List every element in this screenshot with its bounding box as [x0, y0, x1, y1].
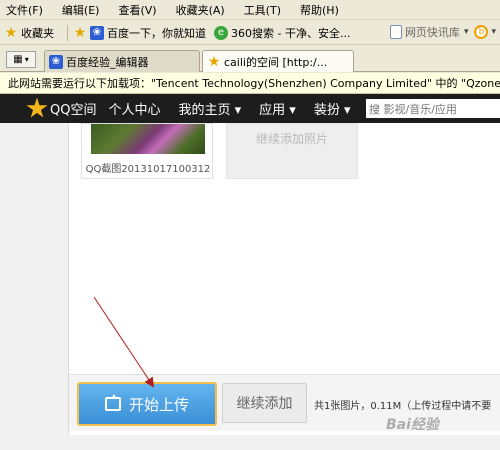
left-gutter	[0, 123, 68, 450]
menu-favorites[interactable]: 收藏夹(A)	[176, 2, 225, 18]
chevron-down-icon: ▾	[491, 27, 496, 37]
qzone-logo[interactable]: QQ空间	[26, 97, 97, 120]
favorites-bar: ★ 收藏夹 ★ ❀ 百度一下，你就知道 e 360搜索 - 干净、安全... 网…	[0, 21, 500, 45]
baidu-paw-icon: ❀	[90, 25, 104, 40]
tab-qzone[interactable]: ★ caili的空间 [http:/...	[202, 50, 354, 72]
upload-panel: QQ截图20131017100312 继续添加照片 开始上传 继续添加 共1张图…	[68, 123, 500, 435]
qzone-logo-text: QQ空间	[50, 103, 97, 118]
tab-bar: ▦ ▾ ❀ 百度经验_编辑器 ★ caili的空间 [http:/...	[0, 46, 500, 72]
qzone-search-input[interactable]: 搜 影视/音乐/应用	[366, 99, 500, 118]
favorites-folder-label: 收藏夹	[21, 26, 54, 40]
quick-tabs-button[interactable]: ▦ ▾	[6, 51, 36, 68]
favorite-item-baidu-label: 百度一下，你就知道	[107, 26, 206, 40]
start-upload-button[interactable]: 开始上传	[77, 382, 217, 426]
menu-edit[interactable]: 编辑(E)	[62, 2, 100, 18]
tab-baidu-jingyan[interactable]: ❀ 百度经验_编辑器	[44, 50, 200, 72]
continue-add-button[interactable]: 继续添加	[222, 383, 307, 423]
web-slice-gallery[interactable]: 网页快讯库 ▾ b ▾	[389, 24, 496, 40]
photo-thumbnail-card[interactable]: QQ截图20131017100312	[81, 123, 213, 179]
star-icon: ★	[4, 24, 18, 41]
baidu-jingyan-watermark: Bai经验	[386, 417, 439, 433]
menu-view[interactable]: 查看(V)	[118, 2, 156, 18]
start-upload-label: 开始上传	[128, 395, 189, 414]
menu-tools[interactable]: 工具(T)	[244, 2, 281, 18]
upload-status-text: 共1张图片，0.11M（上传过程中请不要	[314, 401, 492, 412]
web-slice-gallery-label: 网页快讯库	[404, 26, 460, 39]
favorite-item-360-label: 360搜索 - 干净、安全...	[231, 26, 351, 40]
page-icon	[389, 25, 402, 39]
addon-info-bar[interactable]: 此网站需要运行以下加载项："Tencent Technology(Shenzhe…	[0, 73, 500, 94]
baidu-toolbar-icon[interactable]: b	[474, 25, 489, 39]
chevron-down-icon: ▾	[24, 55, 29, 64]
nav-my-homepage[interactable]: 我的主页 ▾	[178, 99, 241, 118]
baidu-paw-icon: ❀	[49, 54, 63, 69]
chevron-down-icon: ▾	[463, 27, 469, 37]
upload-content-area: QQ截图20131017100312 继续添加照片 开始上传 继续添加 共1张图…	[0, 123, 500, 450]
tab-label: 百度经验_编辑器	[66, 55, 149, 69]
nav-decorate[interactable]: 装扮 ▾	[314, 99, 351, 118]
info-bar-text: 此网站需要运行以下加载项："Tencent Technology(Shenzhe…	[8, 77, 500, 90]
photo-caption: QQ截图20131017100312	[85, 164, 211, 175]
favorite-item-baidu[interactable]: ★ ❀ 百度一下，你就知道	[73, 25, 206, 41]
favorites-separator	[67, 24, 68, 41]
qzone-star-icon	[26, 97, 48, 118]
favorites-folder-button[interactable]: ★ 收藏夹	[4, 25, 54, 41]
grid-icon: ▦	[13, 54, 23, 65]
upload-icon	[104, 394, 121, 411]
360-icon: e	[214, 25, 228, 40]
qzone-nav-bar: QQ空间 个人中心 我的主页 ▾ 应用 ▾ 装扮 ▾ 搜 影视/音乐/应用	[0, 94, 500, 123]
continue-add-label: 继续添加	[236, 396, 293, 412]
star-icon: ★	[207, 53, 221, 70]
add-more-photos-tile[interactable]: 继续添加照片	[226, 123, 358, 179]
menu-help[interactable]: 帮助(H)	[300, 2, 339, 18]
nav-apps[interactable]: 应用 ▾	[259, 99, 296, 118]
tab-label: caili的空间 [http:/...	[224, 55, 328, 69]
qzone-search-placeholder: 搜 影视/音乐/应用	[369, 102, 457, 116]
favorite-item-360[interactable]: e 360搜索 - 干净、安全...	[214, 25, 350, 41]
nav-personal-center[interactable]: 个人中心	[108, 99, 160, 118]
photo-thumbnail-image	[91, 124, 205, 154]
menu-file[interactable]: 文件(F)	[6, 2, 43, 18]
add-favorite-icon: ★	[73, 24, 87, 41]
add-more-photos-label: 继续添加照片	[255, 132, 328, 146]
menu-bar: 文件(F) 编辑(E) 查看(V) 收藏夹(A) 工具(T) 帮助(H)	[0, 0, 500, 20]
